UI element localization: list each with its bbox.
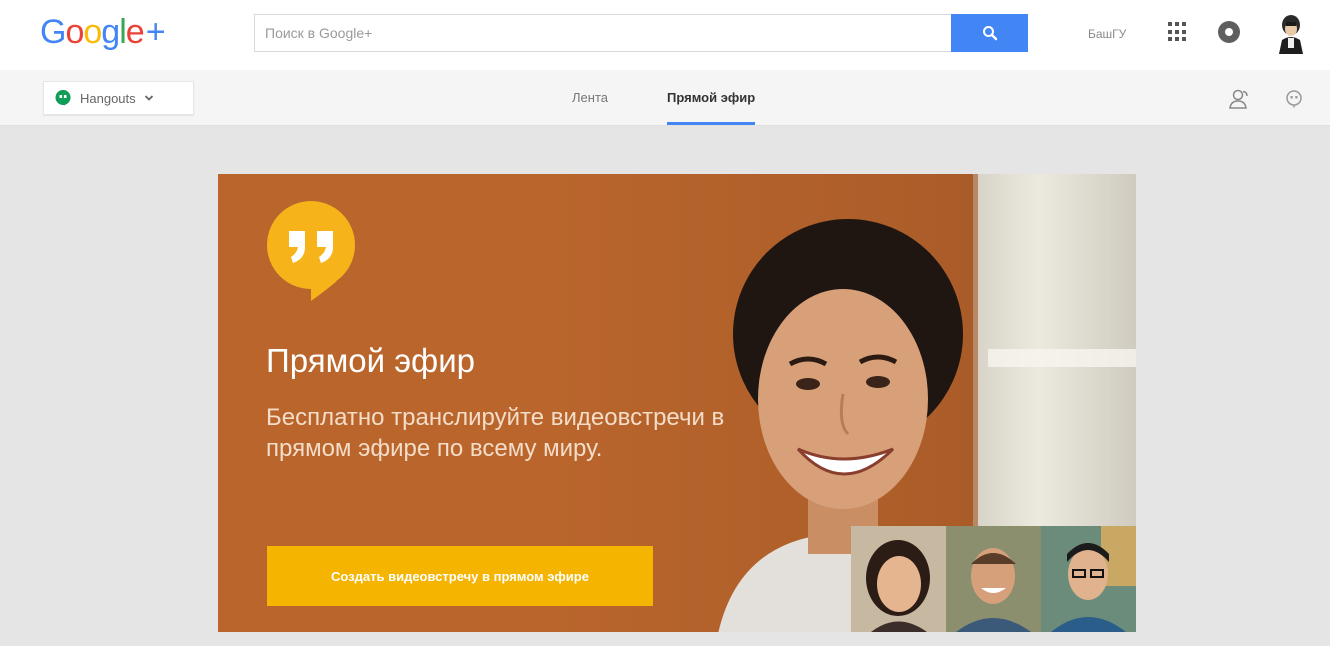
hangouts-icon[interactable] — [1285, 90, 1303, 108]
people-icon[interactable] — [1228, 87, 1252, 111]
tab-live[interactable]: Прямой эфир — [667, 70, 756, 125]
hangouts-icon — [55, 90, 71, 106]
hero-title: Прямой эфир — [266, 342, 475, 379]
apps-grid-icon[interactable] — [1168, 22, 1188, 42]
secondary-nav: Hangouts Лента Прямой эфир — [0, 70, 1330, 126]
google-plus-logo[interactable]: Google+ — [40, 10, 166, 54]
chevron-down-icon — [144, 95, 153, 101]
participant-thumbnail — [1041, 526, 1136, 632]
search-box — [254, 14, 1028, 52]
search-icon — [982, 26, 997, 41]
search-input[interactable] — [255, 15, 953, 51]
tab-feed[interactable]: Лента — [572, 70, 608, 125]
search-button[interactable] — [951, 14, 1028, 52]
avatar[interactable] — [1274, 12, 1308, 54]
top-bar: Google+ БашГУ — [0, 0, 1330, 70]
create-live-hangout-button[interactable]: Создать видеовстречу в прямом эфире — [267, 546, 653, 606]
participant-thumbnail — [851, 526, 946, 632]
hero-subtitle: Бесплатно транслируйте видеовстречи в пр… — [266, 404, 725, 462]
hangouts-dropdown-label: Hangouts — [80, 90, 136, 106]
hero-banner: Прямой эфир Бесплатно транслируйте видео… — [218, 174, 1136, 632]
hangouts-quote-icon — [267, 201, 355, 301]
participant-thumbnail — [946, 526, 1041, 632]
account-name[interactable]: БашГУ — [1088, 27, 1126, 41]
participant-thumbnails — [851, 526, 1136, 632]
hangouts-dropdown[interactable]: Hangouts — [43, 81, 194, 115]
notifications-icon[interactable] — [1218, 21, 1240, 43]
